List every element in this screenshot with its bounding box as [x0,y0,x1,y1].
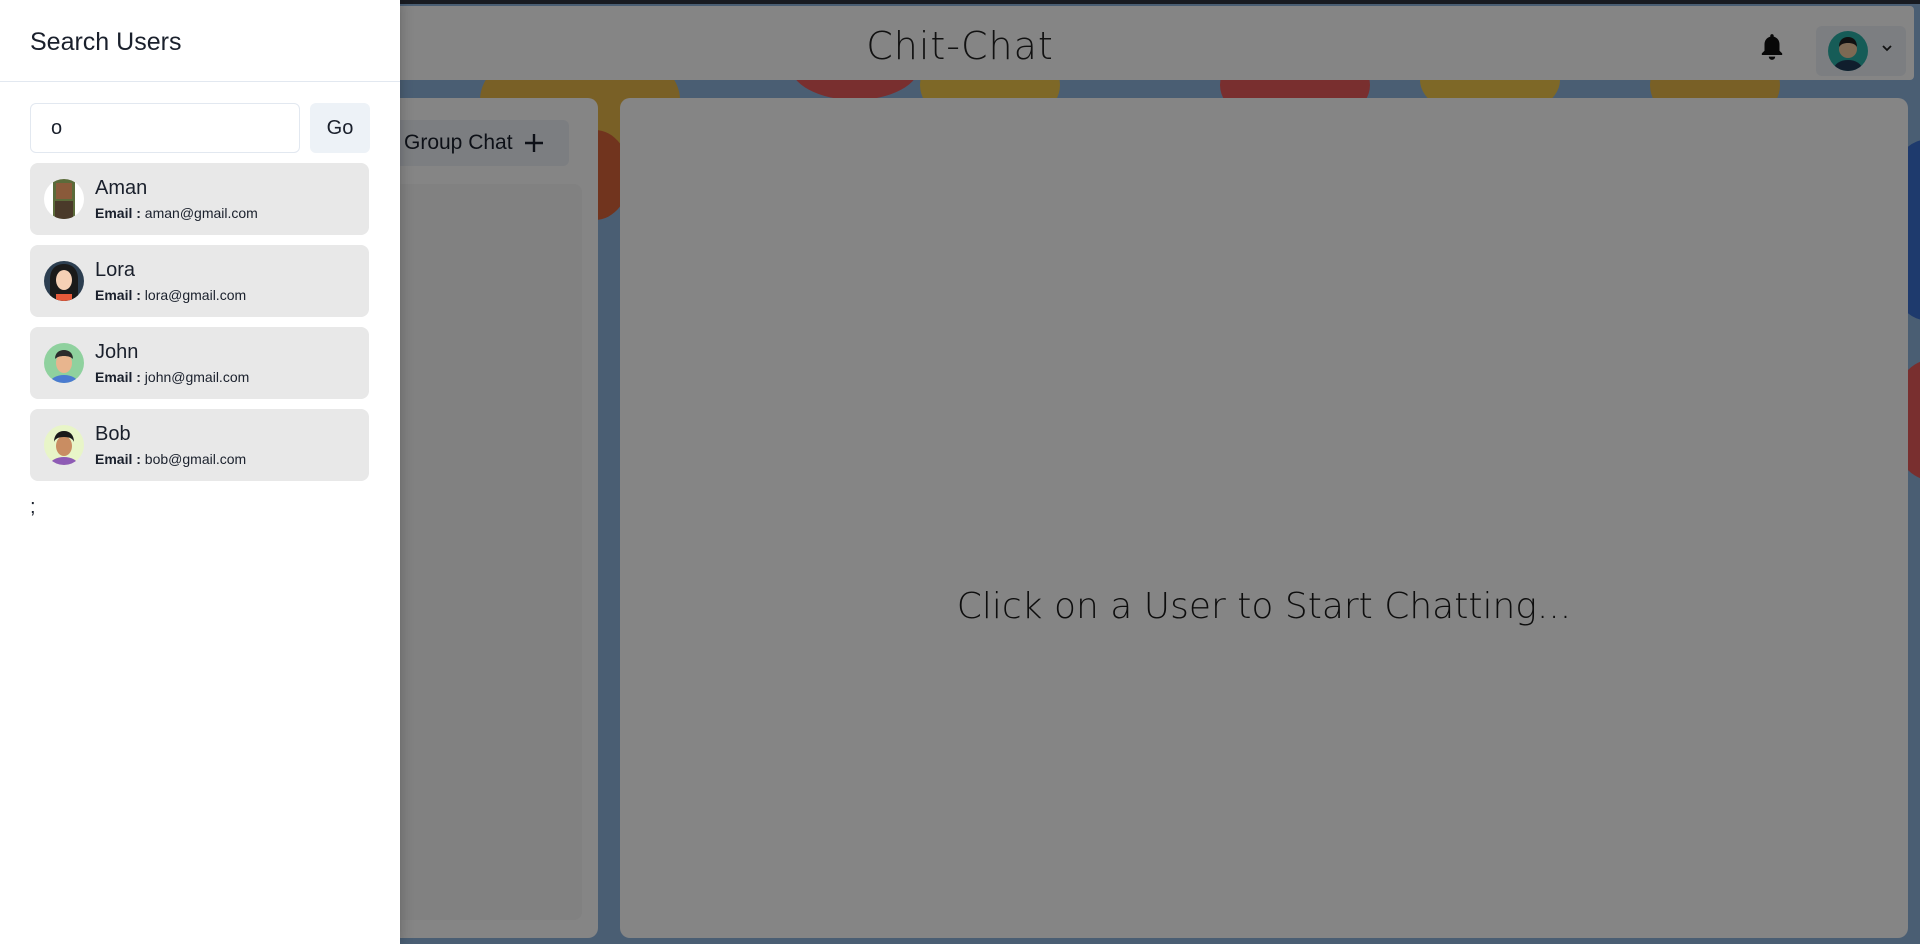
avatar [44,261,84,301]
user-name: Lora [95,259,136,281]
user-email-line: Email : john@gmail.com [95,369,249,385]
user-email-line: Email : lora@gmail.com [95,287,246,303]
email-label: Email : [95,369,141,385]
user-name: John [95,341,139,363]
avatar [44,343,84,383]
user-list-item[interactable]: Aman Email : aman@gmail.com [30,163,369,235]
user-email-line: Email : bob@gmail.com [95,451,246,467]
user-list-item[interactable]: John Email : john@gmail.com [30,327,369,399]
email-label: Email : [95,205,141,221]
search-results: Aman Email : aman@gmail.com Lora Email :… [30,163,369,491]
user-email-line: Email : aman@gmail.com [95,205,258,221]
user-email: aman@gmail.com [144,205,258,221]
user-email: bob@gmail.com [144,451,247,467]
user-email: john@gmail.com [144,369,250,385]
go-button[interactable]: Go [310,103,370,153]
email-label: Email : [95,287,141,303]
user-name: Bob [95,423,131,445]
user-name: Aman [95,177,148,199]
user-list-item[interactable]: Bob Email : bob@gmail.com [30,409,369,481]
user-list-item[interactable]: Lora Email : lora@gmail.com [30,245,369,317]
stray-text: ; [30,496,36,518]
search-users-drawer: Search Users Go Aman Email : aman@gmail.… [0,0,400,944]
search-row: Go [30,103,370,153]
avatar [44,179,84,219]
avatar [44,425,84,465]
search-input[interactable] [30,103,300,153]
email-label: Email : [95,451,141,467]
user-email: lora@gmail.com [144,287,247,303]
drawer-title: Search Users [0,0,400,82]
